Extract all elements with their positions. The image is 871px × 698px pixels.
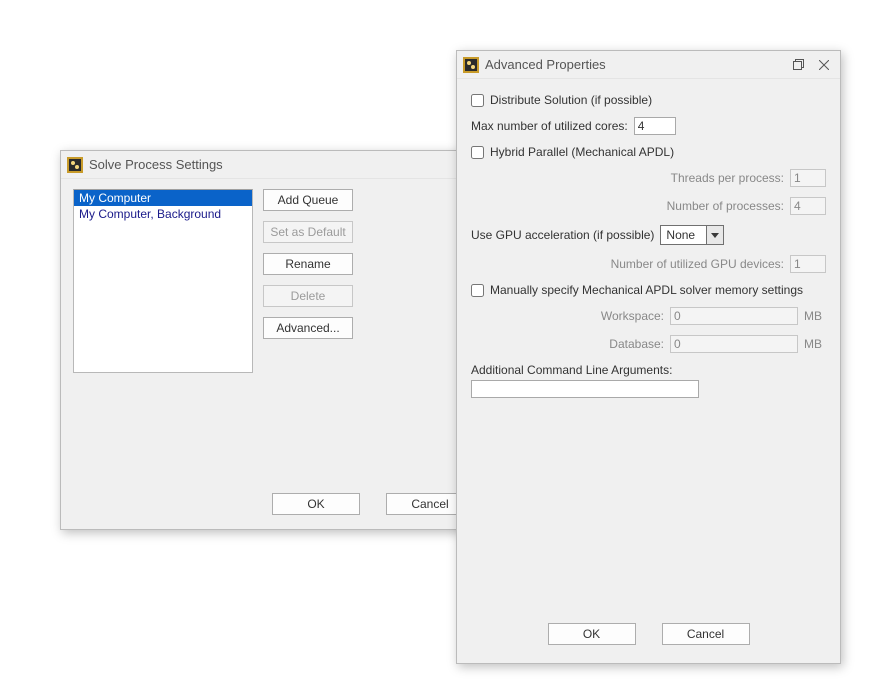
restore-icon[interactable] xyxy=(788,55,808,75)
adv-ok-button[interactable]: OK xyxy=(548,623,636,645)
delete-button[interactable]: Delete xyxy=(263,285,353,307)
queue-listbox[interactable]: My ComputerMy Computer, Background xyxy=(73,189,253,373)
solve-settings-window: Solve Process Settings My ComputerMy Com… xyxy=(60,150,506,530)
mem-checkbox[interactable] xyxy=(471,284,484,297)
hybrid-label: Hybrid Parallel (Mechanical APDL) xyxy=(490,145,674,159)
adv-title: Advanced Properties xyxy=(485,57,782,72)
gpu-label: Use GPU acceleration (if possible) xyxy=(471,228,654,242)
threads-input xyxy=(790,169,826,187)
adv-titlebar[interactable]: Advanced Properties xyxy=(457,51,840,79)
app-icon xyxy=(67,157,83,173)
rename-button[interactable]: Rename xyxy=(263,253,353,275)
mem-label: Manually specify Mechanical APDL solver … xyxy=(490,283,803,297)
max-cores-input[interactable] xyxy=(634,117,676,135)
workspace-label: Workspace: xyxy=(601,309,664,323)
hybrid-checkbox[interactable] xyxy=(471,146,484,159)
threads-label: Threads per process: xyxy=(671,171,784,185)
solve-title: Solve Process Settings xyxy=(89,157,499,172)
solve-ok-button[interactable]: OK xyxy=(272,493,360,515)
database-unit: MB xyxy=(804,337,826,351)
database-input xyxy=(670,335,798,353)
adv-cancel-button[interactable]: Cancel xyxy=(662,623,750,645)
num-processes-input xyxy=(790,197,826,215)
workspace-input xyxy=(670,307,798,325)
list-item[interactable]: My Computer xyxy=(74,190,252,206)
gpu-devices-input xyxy=(790,255,826,273)
distribute-checkbox[interactable] xyxy=(471,94,484,107)
advanced-properties-window: Advanced Properties Distribute Solution … xyxy=(456,50,841,664)
cli-label: Additional Command Line Arguments: xyxy=(471,363,672,377)
gpu-devices-label: Number of utilized GPU devices: xyxy=(611,257,784,271)
max-cores-label: Max number of utilized cores: xyxy=(471,119,628,133)
solve-titlebar[interactable]: Solve Process Settings xyxy=(61,151,505,179)
chevron-down-icon xyxy=(706,226,723,244)
set-default-button[interactable]: Set as Default xyxy=(263,221,353,243)
num-processes-label: Number of processes: xyxy=(667,199,784,213)
add-queue-button[interactable]: Add Queue xyxy=(263,189,353,211)
advanced-button[interactable]: Advanced... xyxy=(263,317,353,339)
distribute-label: Distribute Solution (if possible) xyxy=(490,93,652,107)
list-item[interactable]: My Computer, Background xyxy=(74,206,252,222)
cli-input[interactable] xyxy=(471,380,699,398)
app-icon xyxy=(463,57,479,73)
gpu-select-value: None xyxy=(666,228,695,242)
gpu-select[interactable]: None xyxy=(660,225,724,245)
workspace-unit: MB xyxy=(804,309,826,323)
close-icon[interactable] xyxy=(814,55,834,75)
database-label: Database: xyxy=(609,337,664,351)
